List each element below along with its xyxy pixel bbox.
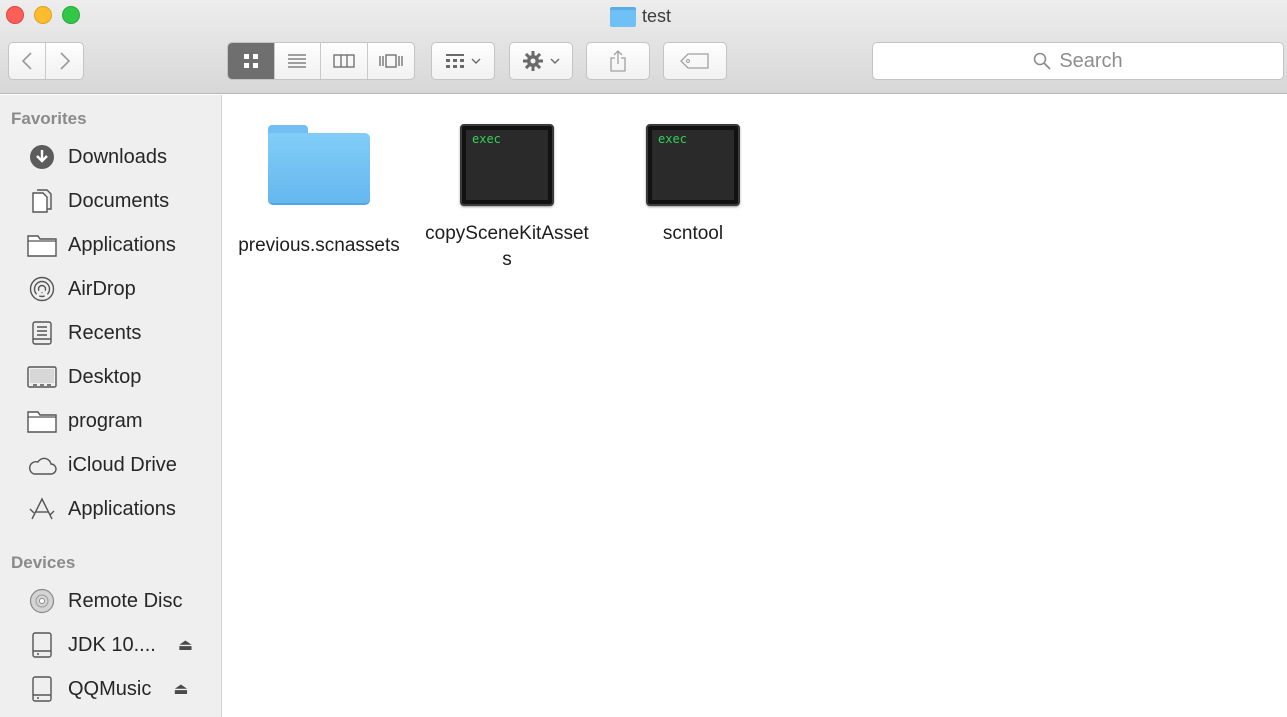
sidebar-item-label: Applications	[68, 497, 176, 520]
exec-badge: exec	[658, 132, 687, 146]
list-icon	[288, 54, 307, 68]
forward-button[interactable]	[46, 43, 83, 79]
sidebar-item-label: Applications	[68, 233, 176, 256]
sidebar-item-label: Documents	[68, 189, 170, 212]
grid-icon	[243, 54, 258, 68]
documents-icon	[26, 185, 58, 217]
window-title-text: test	[642, 6, 672, 26]
icon-view-button[interactable]	[228, 43, 275, 79]
chevron-down-icon	[550, 58, 560, 64]
exec-badge: exec	[472, 132, 501, 146]
cover-flow-button[interactable]	[368, 43, 414, 79]
sidebar-item-applications[interactable]: Applications	[26, 491, 216, 527]
close-button[interactable]	[6, 6, 24, 24]
search-icon	[1034, 52, 1051, 70]
airdrop-icon	[26, 273, 58, 305]
sidebar-item-recents[interactable]: Recents	[26, 315, 216, 351]
sidebar-heading-favorites: Favorites	[11, 109, 87, 128]
sidebar-item-applications-folder[interactable]: Applications	[26, 227, 216, 263]
minimize-button[interactable]	[34, 6, 52, 24]
terminal-exec-icon: exec	[452, 119, 562, 211]
file-item-previous-scnassets[interactable]: previous.scnassets	[225, 119, 413, 259]
sidebar-item-program[interactable]: program	[26, 403, 216, 439]
eject-icon[interactable]: ⏏	[178, 635, 193, 655]
sidebar-item-remote-disc[interactable]: Remote Disc	[26, 583, 216, 619]
download-icon	[26, 141, 58, 173]
eject-icon[interactable]: ⏏	[173, 679, 188, 699]
cover-flow-icon	[379, 54, 403, 68]
chevron-right-icon	[59, 52, 70, 70]
tags-button[interactable]	[663, 42, 727, 80]
sidebar-item-label: iCloud Drive	[68, 453, 177, 476]
sidebar-item-label: program	[68, 409, 143, 432]
sidebar-item-jdk[interactable]: JDK 10.... ⏏	[26, 627, 216, 663]
action-menu-button[interactable]	[509, 42, 573, 80]
sidebar-item-label: Downloads	[68, 145, 167, 168]
share-icon	[610, 50, 626, 72]
sidebar-item-airdrop[interactable]: AirDrop	[26, 271, 216, 307]
disc-icon	[26, 585, 58, 617]
sidebar-item-qqmusic[interactable]: QQMusic ⏏	[26, 671, 216, 707]
gear-icon	[523, 51, 543, 71]
chevron-left-icon	[21, 52, 32, 70]
file-item-scntool[interactable]: exec scntool	[599, 119, 787, 247]
sidebar-heading-devices: Devices	[11, 553, 76, 572]
window-toolbar: test Search	[0, 0, 1287, 94]
sidebar-item-desktop[interactable]: Desktop	[26, 359, 216, 395]
file-name: scntool	[662, 223, 724, 244]
recents-icon	[26, 317, 58, 349]
sidebar-item-downloads[interactable]: Downloads	[26, 139, 216, 175]
folder-icon	[26, 405, 58, 437]
cloud-icon	[26, 449, 58, 481]
window-title: test	[610, 6, 671, 27]
file-item-copyscenekitassets[interactable]: exec copySceneKitAssets	[413, 119, 601, 273]
sidebar: Favorites Downloads Documents Applicatio…	[0, 95, 222, 717]
tag-icon	[680, 53, 709, 69]
maximize-button[interactable]	[62, 6, 80, 24]
view-mode-control	[227, 42, 415, 80]
column-view-button[interactable]	[321, 43, 368, 79]
drive-icon	[26, 673, 58, 705]
folder-icon	[26, 229, 58, 261]
arrange-icon	[446, 54, 464, 68]
search-placeholder: Search	[1059, 49, 1123, 72]
folder-icon	[264, 119, 374, 211]
sidebar-item-label: AirDrop	[68, 277, 136, 300]
arrange-button[interactable]	[431, 42, 495, 80]
folder-icon	[610, 6, 636, 27]
terminal-exec-icon: exec	[638, 119, 748, 211]
back-button[interactable]	[9, 43, 47, 79]
sidebar-item-label: Recents	[68, 321, 142, 344]
history-navigation	[8, 42, 84, 80]
window-controls	[6, 6, 80, 24]
columns-icon	[333, 54, 355, 68]
sidebar-item-label: Remote Disc	[68, 589, 183, 612]
list-view-button[interactable]	[275, 43, 321, 79]
sidebar-item-label: Desktop	[68, 365, 142, 388]
applications-icon	[26, 493, 58, 525]
sidebar-item-label: JDK 10....	[68, 633, 156, 656]
sidebar-item-icloud-drive[interactable]: iCloud Drive	[26, 447, 216, 483]
share-button[interactable]	[586, 42, 650, 80]
file-name: previous.scnassets	[238, 235, 400, 256]
desktop-icon	[26, 361, 58, 393]
file-browser: previous.scnassets exec copySceneKitAsse…	[223, 95, 1287, 717]
chevron-down-icon	[471, 58, 481, 64]
search-input[interactable]: Search	[872, 42, 1284, 80]
file-name: copySceneKitAssets	[425, 223, 589, 270]
sidebar-item-documents[interactable]: Documents	[26, 183, 216, 219]
sidebar-item-label: QQMusic	[68, 677, 152, 700]
drive-icon	[26, 629, 58, 661]
